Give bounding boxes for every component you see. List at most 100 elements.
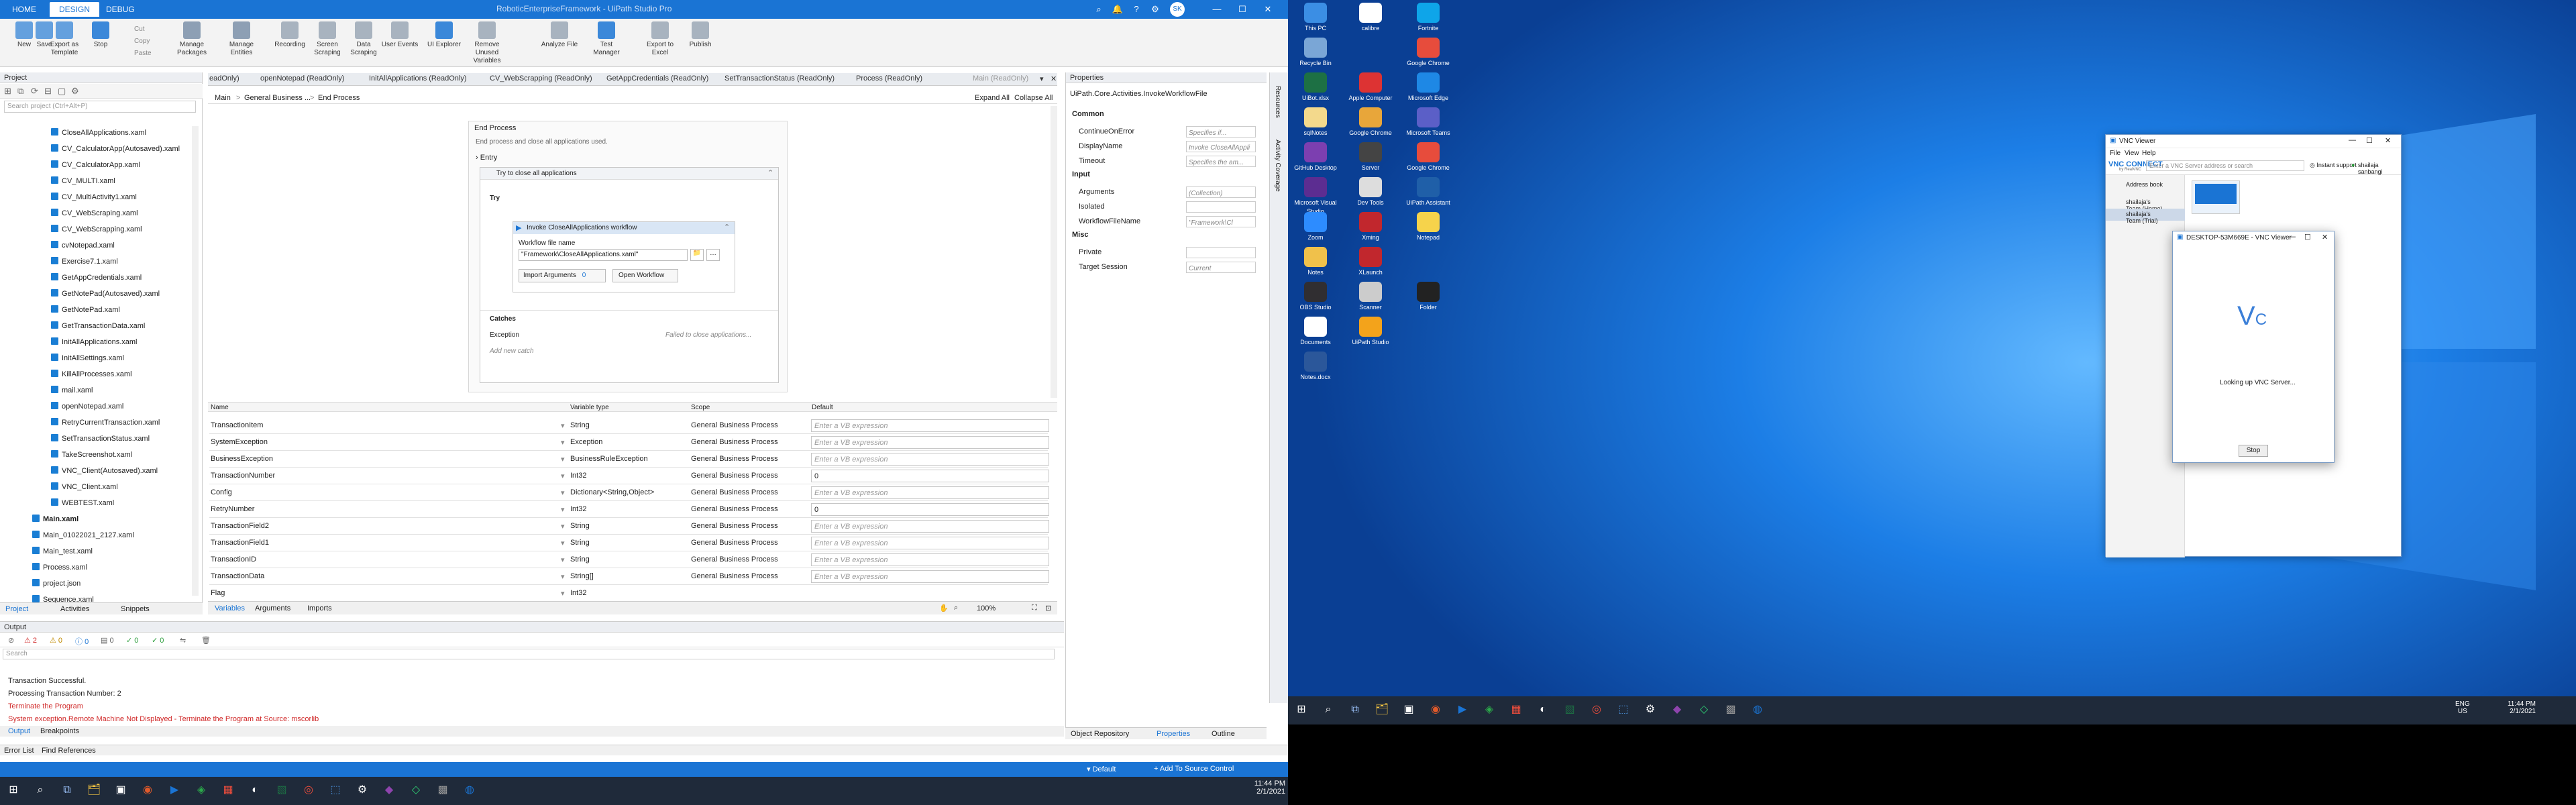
project-file-item[interactable]: cvNotepad.xaml [51,241,115,250]
project-file-item[interactable]: InitAllApplications.xaml [51,337,138,346]
variable-row[interactable]: RetryNumber ▾ Int32 General Business Proces… [209,501,1049,518]
ribbon-manage-packages-button[interactable]: Manage Packages [172,21,212,57]
variable-type[interactable]: String [570,539,590,547]
vnc-user-menu[interactable]: shailaja sanbangi [2358,162,2401,175]
property-value[interactable]: Specifies the am... [1186,156,1256,167]
variable-scope[interactable]: General Business Process [691,505,778,513]
taskbar-app-icon[interactable]: ▶ [161,777,188,804]
tab-breakpoints[interactable]: Breakpoints [40,727,79,735]
settings-icon[interactable]: ⚙ [71,86,79,97]
stop-button[interactable]: Stop [2239,445,2268,457]
variable-row[interactable]: Flag ▾ Int32 [209,585,1048,602]
desktop-icon[interactable]: Microsoft Edge [1401,72,1456,103]
dropdown-icon[interactable]: ▾ [561,589,565,598]
maximize-icon[interactable]: ☐ [2366,136,2373,145]
variable-name[interactable]: TransactionField1 [211,539,269,547]
taskbar-app-icon[interactable]: ◉ [134,777,161,804]
desktop-icon[interactable]: Xming [1343,212,1398,242]
project-file-item[interactable]: openNotepad.xaml [51,402,123,411]
sidebar-team-trial[interactable]: shailaja's Team (Trial) [2106,209,2185,224]
project-file-item[interactable]: GetNotePad(Autosaved).xaml [51,289,160,298]
sidebar-team-home[interactable]: shailaja's Team (Home) [2106,197,2185,212]
collapse-icon[interactable]: ⌃ [767,168,773,177]
project-file-item[interactable]: Exercise7.1.xaml [51,257,118,266]
menu-file[interactable]: File [2110,150,2121,157]
desktop-icon[interactable]: Zoom [1288,212,1343,242]
filter-icon[interactable]: ⇋ [180,636,186,645]
project-file-item[interactable]: TakeScreenshot.xaml [51,450,132,459]
project-file-item[interactable]: project.json [32,579,80,588]
variable-default-input[interactable]: 0 [811,470,1049,482]
taskbar-app-icon[interactable]: ▧ [1556,696,1583,723]
taskbar-app-icon[interactable]: 🗂 [80,777,107,804]
vnc-address-input[interactable]: Enter a VNC Server address or search [2146,160,2304,171]
maximize-icon[interactable]: ☐ [2304,233,2311,241]
zoom-level[interactable]: 100% [977,604,996,612]
minimize-icon[interactable]: — [1208,3,1226,16]
fit-screen-icon[interactable]: ⛶ [1032,604,1037,612]
invoke-workflow-activity[interactable]: ▶ Invoke CloseAllApplications workflow ⌃… [513,221,735,292]
tab-object-repository[interactable]: Object Repository [1071,730,1129,738]
add-catch-link[interactable]: Add new catch [490,347,534,355]
user-avatar[interactable]: SK [1170,2,1185,17]
desktop-icon[interactable]: Dev Tools [1343,177,1398,207]
overview-icon[interactable]: ⊡ [1045,604,1051,612]
taskbar-app-icon[interactable]: ◉ [1422,696,1449,723]
ribbon-stop-button[interactable]: Stop [80,21,121,49]
output-search-input[interactable]: Search [3,649,1055,659]
collapse-icon[interactable]: ⌃ [724,223,730,231]
variable-default-input[interactable]: Enter a VB expression [811,570,1049,583]
tab-variables[interactable]: Variables [215,604,245,612]
search-icon[interactable]: ⌕ [1089,3,1108,16]
menu-help[interactable]: Help [2142,150,2156,157]
document-tab[interactable]: Process (ReadOnly) [856,74,922,83]
variable-default-input[interactable]: Enter a VB expression [811,436,1049,449]
desktop-icon[interactable]: calibre [1343,3,1398,33]
variable-name[interactable]: TransactionID [211,555,256,564]
desktop-icon[interactable]: Folder [1401,282,1456,312]
ribbon-test-manager-button[interactable]: Test Manager [586,21,627,57]
close-icon[interactable]: ✕ [2385,136,2391,145]
variable-name[interactable]: Flag [211,589,225,597]
taskbar-app-icon[interactable]: ◍ [1744,696,1771,723]
success-count[interactable]: ✓ 0 [152,636,164,645]
taskbar-app-icon[interactable]: ▦ [1503,696,1529,723]
taskbar-app-icon[interactable]: ◆ [1664,696,1690,723]
taskbar-app-icon[interactable]: ⊞ [1288,696,1315,723]
dropdown-icon[interactable]: ▾ [561,555,565,564]
variable-row[interactable]: TransactionField2 ▾ String General Business… [209,518,1049,535]
variable-scope[interactable]: General Business Process [691,539,778,547]
instant-support-button[interactable]: ◎ Instant support [2310,162,2357,169]
desktop-icon[interactable]: UiBot.xlsx [1288,72,1343,103]
variable-row[interactable]: TransactionItem ▾ String General Business P… [209,417,1049,434]
source-control-button[interactable]: + Add To Source Control [1154,765,1234,773]
try-catch-activity[interactable]: Try to close all applications ⌃ Try ▶ In… [480,167,779,383]
info-count[interactable]: ⓘ 0 [75,636,89,647]
project-file-item[interactable]: Process.xaml [32,563,87,572]
tab-home[interactable]: HOME [3,2,46,17]
tab-arguments[interactable]: Arguments [255,604,290,612]
variable-type[interactable]: Dictionary<String,Object> [570,488,654,496]
variable-scope[interactable]: General Business Process [691,522,778,530]
variable-name[interactable]: Config [211,488,232,496]
variable-type[interactable]: Int32 [570,472,586,480]
taskbar-app-icon[interactable]: ◍ [456,777,483,804]
project-file-item[interactable]: CloseAllApplications.xaml [51,128,146,137]
variable-type[interactable]: BusinessRuleException [570,455,648,463]
desktop-icon[interactable]: Server [1343,142,1398,172]
desktop-icon[interactable]: Notepad [1401,212,1456,242]
taskbar-app-icon[interactable]: ◐ [241,777,268,804]
tab-activities[interactable]: Activities [60,605,89,613]
project-file-item[interactable]: CV_CalculatorApp.xaml [51,160,140,169]
variable-name[interactable]: SystemException [211,438,268,446]
desktop-icon[interactable]: Apple Computer [1343,72,1398,103]
canvas-scrollbar[interactable] [1051,106,1057,398]
document-tab[interactable]: Main (ReadOnly) [973,74,1028,83]
project-file-item[interactable]: GetNotePad.xaml [51,305,120,314]
variable-scope[interactable]: General Business Process [691,572,778,580]
breadcrumb-end-process[interactable]: End Process [318,94,360,102]
expand-all-link[interactable]: Expand All [975,94,1010,102]
project-file-item[interactable]: WEBTEST.xaml [51,498,114,507]
project-file-item[interactable]: RetryCurrentTransaction.xaml [51,418,160,427]
collapse-all-link[interactable]: Collapse All [1014,94,1053,102]
